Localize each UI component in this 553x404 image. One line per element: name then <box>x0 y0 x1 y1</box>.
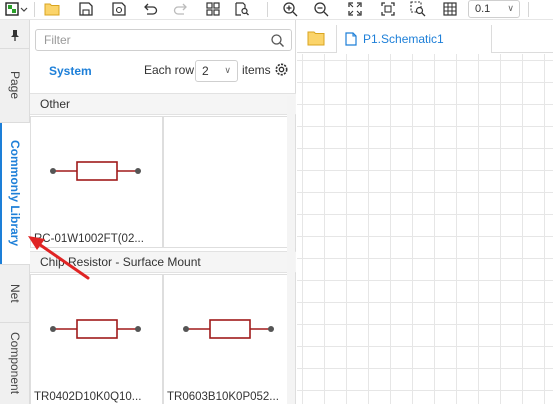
chevron-down-icon: ∨ <box>507 3 514 13</box>
zoom-selection-button[interactable] <box>409 0 427 18</box>
zoom-value: 0.1 <box>475 3 491 15</box>
tab-commonly-library-label: Commonly Library <box>8 140 22 247</box>
save-copy-icon <box>112 2 126 16</box>
undo-button[interactable] <box>141 0 159 18</box>
zoom-in-button[interactable] <box>281 0 299 18</box>
zoom-out-icon <box>314 2 329 17</box>
save-copy-button[interactable] <box>110 0 128 18</box>
section-header-other[interactable]: Other <box>30 93 296 115</box>
resistor-symbol <box>50 161 141 181</box>
resistor-symbol <box>183 319 274 339</box>
zoom-in-icon <box>283 2 298 17</box>
grid-button[interactable] <box>441 0 459 18</box>
tab-component-label: Component <box>8 332 22 395</box>
document-tab-bar: P1.Schematic1 <box>297 25 553 53</box>
annotation-arrow <box>28 236 90 280</box>
tab-net-label: Net <box>8 284 22 303</box>
schematic-canvas[interactable] <box>297 54 553 404</box>
tab-schematic-label: P1.Schematic1 <box>363 32 444 46</box>
redo-icon <box>173 3 187 15</box>
redo-button[interactable] <box>172 0 190 18</box>
library-item-empty <box>163 116 296 248</box>
grid-icon <box>443 2 457 16</box>
resistor-symbol <box>50 319 141 339</box>
zoom-area-icon <box>381 2 395 16</box>
tab-page[interactable]: Page <box>0 48 30 122</box>
fit-button[interactable] <box>346 0 364 18</box>
item-caption: TR0402D10K0Q10... <box>34 391 142 403</box>
search-icon[interactable] <box>270 33 285 48</box>
tab-schematic[interactable]: P1.Schematic1 <box>336 25 492 53</box>
fit-icon <box>348 2 362 16</box>
save-icon <box>79 2 93 16</box>
save-button[interactable] <box>77 0 95 18</box>
pin-icon[interactable] <box>8 28 22 42</box>
item-caption: TR0603B10K0P052... <box>167 391 279 403</box>
library-panel: System Each row 2 ∨ items Other RC-01W10… <box>30 20 296 404</box>
zoom-selection-icon <box>410 1 426 17</box>
search-box <box>35 29 292 51</box>
chevron-down-icon: ∨ <box>224 65 231 75</box>
filter-input[interactable] <box>36 30 261 50</box>
tab-component[interactable]: Component <box>0 322 30 404</box>
section-title: Other <box>40 97 71 111</box>
document-icon <box>345 32 357 46</box>
tab-page-label: Page <box>8 71 22 100</box>
grid-objects-button[interactable] <box>204 0 222 18</box>
system-tab[interactable]: System <box>49 64 92 78</box>
each-row-label: Each row <box>144 63 195 77</box>
undo-icon <box>144 3 158 15</box>
folder-icon[interactable] <box>307 30 325 46</box>
find-icon <box>235 2 249 16</box>
left-tab-strip: Page Commonly Library Net Component <box>0 20 30 404</box>
open-folder-button[interactable] <box>43 0 61 18</box>
zoom-select[interactable]: 0.1 ∨ <box>468 0 520 18</box>
library-scrollbar[interactable] <box>287 96 295 404</box>
items-per-row-value: 2 <box>202 64 209 78</box>
add-component-button[interactable] <box>4 0 30 18</box>
folder-icon <box>44 3 60 16</box>
items-label: items <box>242 63 271 77</box>
add-component-icon <box>5 2 28 16</box>
zoom-out-button[interactable] <box>312 0 330 18</box>
grid-objects-icon <box>206 2 220 16</box>
items-per-row-select[interactable]: 2 ∨ <box>195 60 238 82</box>
zoom-area-button[interactable] <box>379 0 397 18</box>
library-item[interactable]: TR0402D10K0Q10... <box>30 274 163 404</box>
gear-icon[interactable] <box>273 61 290 78</box>
toolbar: 0.1 ∨ <box>0 0 553 20</box>
find-button[interactable] <box>233 0 251 18</box>
library-item[interactable]: TR0603B10K0P052... <box>163 274 296 404</box>
